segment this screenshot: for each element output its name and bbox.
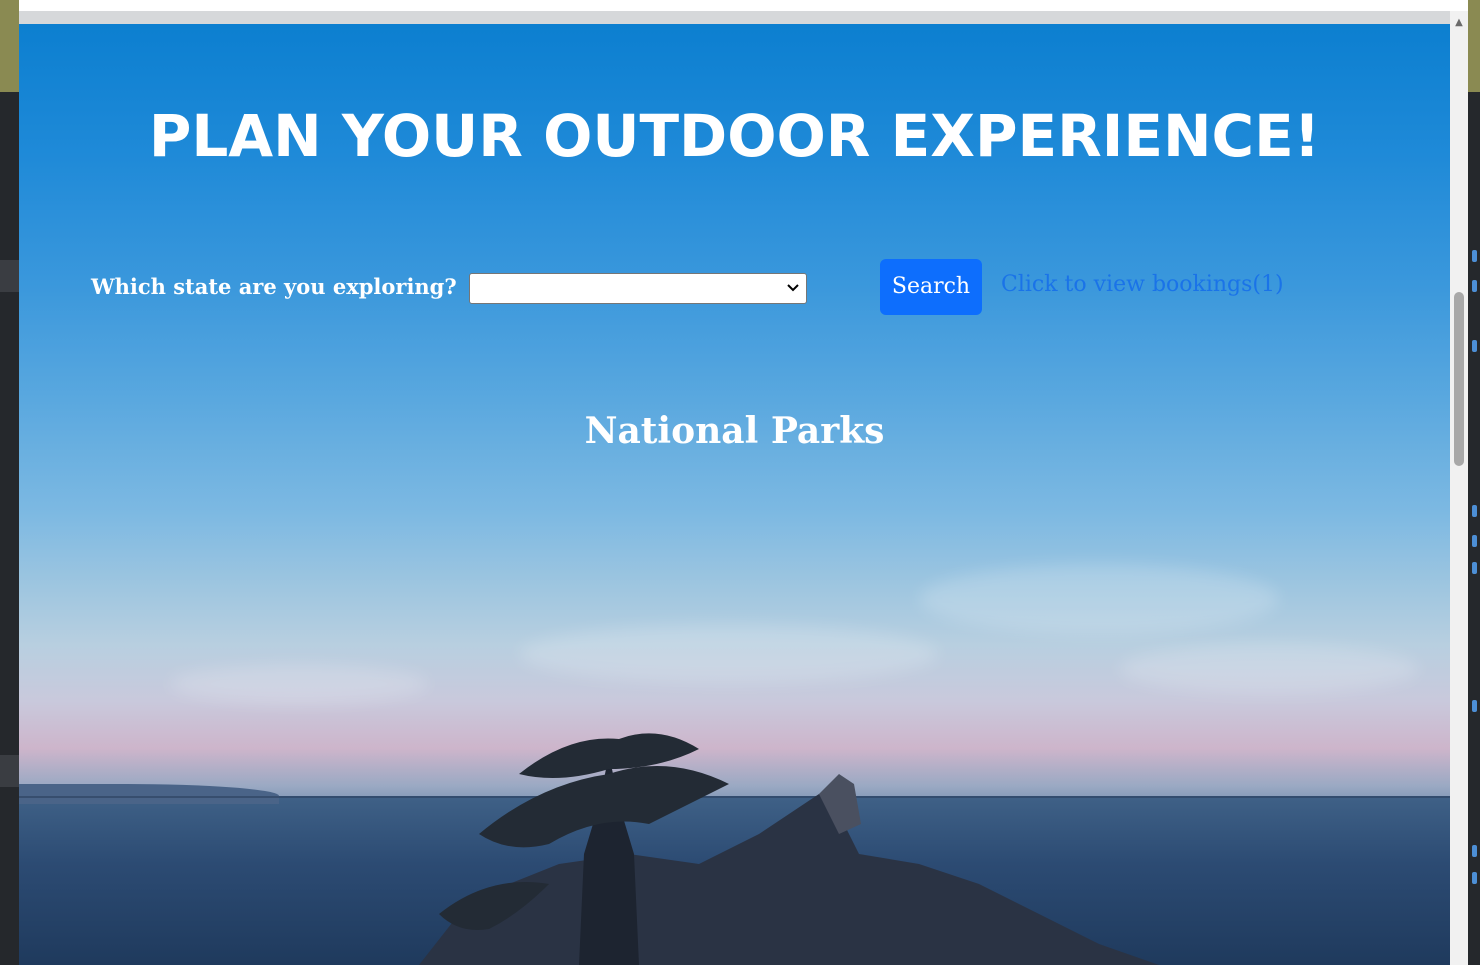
preview-window: PLAN YOUR OUTDOOR EXPERIENCE! Which stat… [19, 0, 1468, 965]
cliff-with-tree-silhouette [419, 733, 1159, 965]
cloud [519, 624, 939, 684]
page-title: PLAN YOUR OUTDOOR EXPERIENCE! [148, 102, 1321, 170]
background-glyph [1472, 845, 1477, 857]
section-title: National Parks [584, 410, 885, 452]
hero-page: PLAN YOUR OUTDOOR EXPERIENCE! Which stat… [19, 24, 1450, 965]
view-bookings-link[interactable]: Click to view bookings(1) [1001, 272, 1284, 297]
background-glyph [1472, 700, 1477, 712]
background-panel-row [0, 755, 19, 787]
background-glyph [1472, 562, 1477, 574]
background-glyph [1472, 280, 1477, 292]
background-panel-row [0, 260, 19, 292]
background-glyph [1472, 872, 1477, 884]
background-toolbar-strip [1468, 0, 1480, 92]
background-editor-right [1468, 0, 1480, 965]
window-top-bar [19, 0, 1468, 11]
distant-island [19, 784, 279, 804]
vertical-scrollbar[interactable]: ▲ [1450, 11, 1468, 965]
cloud [1119, 644, 1419, 694]
background-toolbar-strip [0, 0, 19, 92]
search-button[interactable]: Search [880, 259, 982, 315]
scroll-up-arrow-icon[interactable]: ▲ [1450, 15, 1468, 31]
window-header-strip [19, 11, 1450, 24]
background-glyph [1472, 535, 1477, 547]
scrollbar-thumb[interactable] [1454, 292, 1464, 466]
cloud [919, 564, 1279, 634]
background-editor-left [0, 0, 19, 965]
chevron-down-icon [787, 284, 799, 292]
background-glyph [1472, 250, 1477, 262]
state-select[interactable] [469, 273, 807, 304]
background-glyph [1472, 340, 1477, 352]
cloud [169, 664, 429, 704]
state-select-label: Which state are you exploring? [91, 274, 457, 299]
background-glyph [1472, 505, 1477, 517]
